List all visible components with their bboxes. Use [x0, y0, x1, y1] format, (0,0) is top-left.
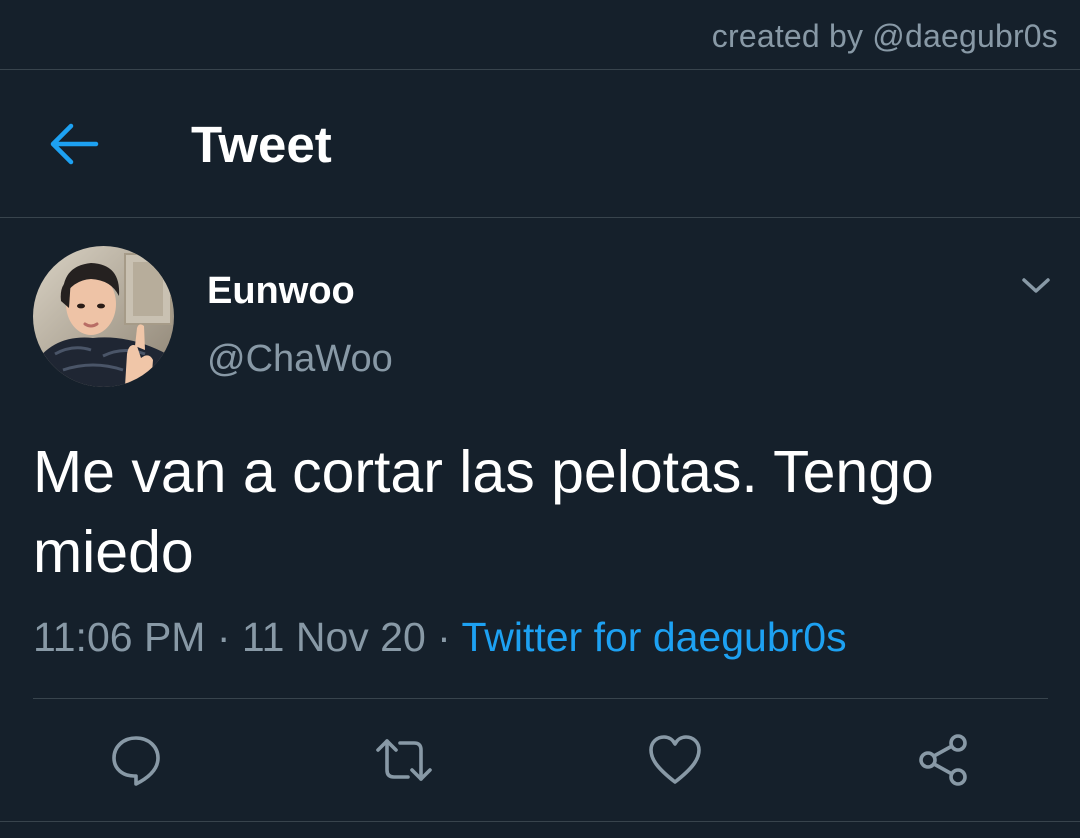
reply-button[interactable] — [106, 730, 166, 790]
author-display-name[interactable]: Eunwoo — [207, 270, 355, 313]
share-button[interactable] — [915, 730, 975, 790]
meta-separator: · — [205, 614, 242, 660]
retweet-button[interactable] — [374, 730, 434, 790]
tweet-meta: 11:06 PM · 11 Nov 20 · Twitter for daegu… — [33, 614, 847, 661]
profile-photo — [33, 246, 174, 387]
more-options-button[interactable] — [1017, 272, 1055, 298]
back-button[interactable] — [46, 119, 102, 169]
divider — [33, 698, 1048, 699]
like-icon — [649, 735, 701, 784]
top-header: Tweet — [0, 71, 1080, 218]
reply-icon — [112, 736, 160, 786]
tweet-date: 11 Nov 20 — [241, 614, 426, 660]
watermark-bar: created by @daegubr0s — [0, 0, 1080, 70]
watermark-text: created by @daegubr0s — [711, 18, 1058, 54]
chevron-down-icon — [1022, 278, 1050, 293]
like-button[interactable] — [645, 730, 705, 790]
meta-separator: · — [425, 614, 462, 660]
share-icon — [919, 734, 967, 786]
author-handle[interactable]: @ChaWoo — [207, 338, 393, 381]
retweet-icon — [376, 739, 432, 781]
tweet-source-link[interactable]: Twitter for daegubr0s — [461, 614, 846, 660]
page-title: Tweet — [191, 116, 332, 173]
tweet-detail-screen: created by @daegubr0s Tweet Eunwoo @ChaW… — [0, 0, 1080, 838]
tweet-time: 11:06 PM — [33, 614, 206, 660]
bottom-divider — [0, 821, 1080, 822]
tweet-text: Me van a cortar las pelotas. Tengo miedo — [33, 439, 934, 585]
arrow-left-icon — [50, 123, 99, 165]
avatar[interactable] — [33, 246, 174, 387]
